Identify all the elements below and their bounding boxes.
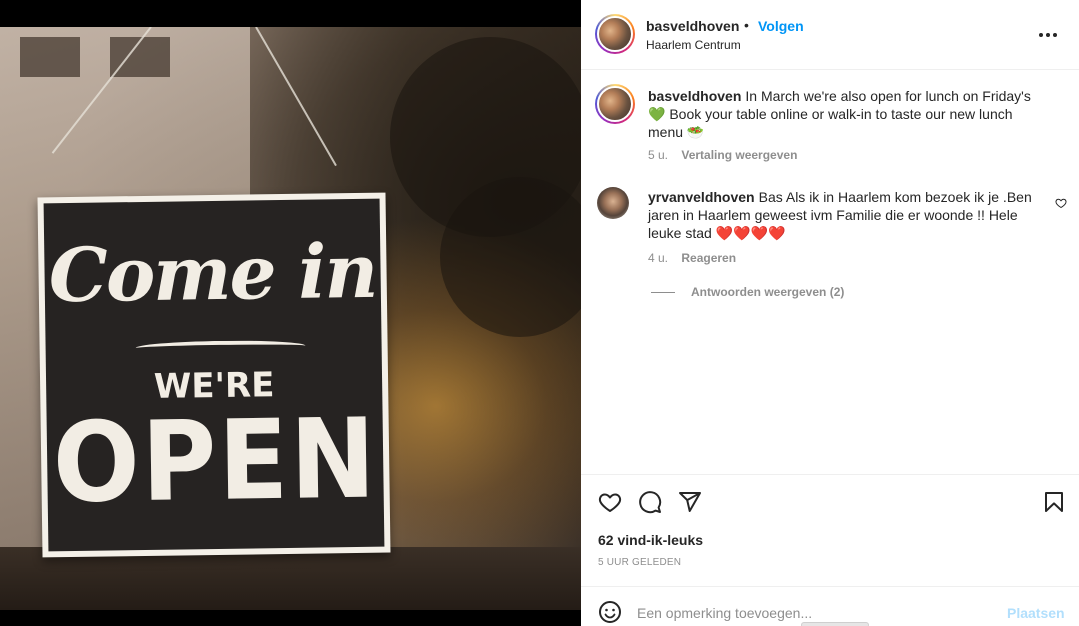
caption-text: basveldhoven In March we're also open for… [648, 87, 1048, 141]
author-avatar[interactable] [595, 14, 635, 54]
photo-window [110, 37, 170, 77]
caption-text-part1: In March we're also open for lunch on Fr… [745, 88, 1031, 104]
post-comment-button[interactable]: Plaatsen [1007, 605, 1065, 621]
emoji-icon[interactable] [598, 600, 622, 624]
open-sign: Come in WE'RE OPEN [37, 192, 391, 558]
commenter-avatar[interactable] [597, 187, 629, 219]
red-hearts-emoji: ❤️❤️❤️❤️ [715, 225, 786, 241]
photo-window [20, 37, 80, 77]
comment-icon[interactable] [638, 490, 662, 514]
caption-username[interactable]: basveldhoven [648, 88, 741, 104]
likes-count[interactable]: 62 vind-ik-leuks [598, 532, 703, 548]
translate-button[interactable]: Vertaling weergeven [681, 148, 797, 162]
comment-meta: 4 u. Reageren [648, 251, 736, 265]
sign-come-in-text: Come in [48, 228, 377, 320]
sign-open-text: OPEN [52, 395, 379, 529]
post-photo[interactable]: Come in WE'RE OPEN [0, 27, 581, 610]
more-icon-dot [1046, 33, 1050, 37]
more-icon-dot [1053, 33, 1057, 37]
author-username[interactable]: basveldhoven [646, 18, 739, 34]
comment-input[interactable] [637, 603, 997, 623]
post-location[interactable]: Haarlem Centrum [646, 38, 741, 52]
comment-time[interactable]: 4 u. [648, 251, 668, 265]
comment-text: yrvanveldhoven Bas Als ik in Haarlem kom … [648, 188, 1042, 242]
caption-author-avatar-image [597, 86, 633, 122]
green-heart-emoji: 💚 [648, 106, 666, 122]
caption-author-avatar[interactable] [595, 84, 635, 124]
comments-section[interactable]: basveldhoven In March we're also open for… [581, 70, 1079, 474]
reply-button[interactable]: Reageren [681, 251, 736, 265]
post-media: Come in WE'RE OPEN [0, 0, 581, 626]
post-panel: basveldhoven • Volgen Haarlem Centrum ba… [581, 0, 1079, 626]
salad-emoji: 🥗 [686, 124, 705, 140]
header-separator: • [744, 17, 749, 33]
add-comment-bar: Plaatsen [581, 586, 1079, 626]
caption-meta: 5 u. Vertaling weergeven [648, 148, 797, 162]
more-options-button[interactable] [1039, 23, 1063, 47]
more-icon [1039, 33, 1043, 37]
view-replies-label: Antwoorden weergeven (2) [691, 285, 845, 299]
photo-foliage [440, 177, 581, 337]
bookmark-icon[interactable] [1042, 490, 1066, 514]
posted-time[interactable]: 5 uur geleden [598, 557, 681, 568]
open-sign-board: Come in WE'RE OPEN [43, 198, 385, 552]
scroll-handle[interactable] [801, 622, 869, 626]
author-avatar-image [597, 16, 633, 52]
view-replies-button[interactable]: Antwoorden weergeven (2) [651, 285, 844, 299]
sign-swash [135, 339, 306, 355]
heart-icon[interactable] [598, 490, 622, 514]
caption-time[interactable]: 5 u. [648, 148, 668, 162]
comment-username[interactable]: yrvanveldhoven [648, 189, 755, 205]
post-header: basveldhoven • Volgen Haarlem Centrum [581, 0, 1079, 70]
sign-string-right [255, 27, 337, 167]
follow-button[interactable]: Volgen [758, 18, 804, 34]
share-icon[interactable] [678, 490, 702, 514]
post-actions: 62 vind-ik-leuks 5 uur geleden [581, 474, 1079, 586]
replies-divider-line [651, 291, 675, 293]
small-heart-icon[interactable] [1055, 197, 1067, 209]
